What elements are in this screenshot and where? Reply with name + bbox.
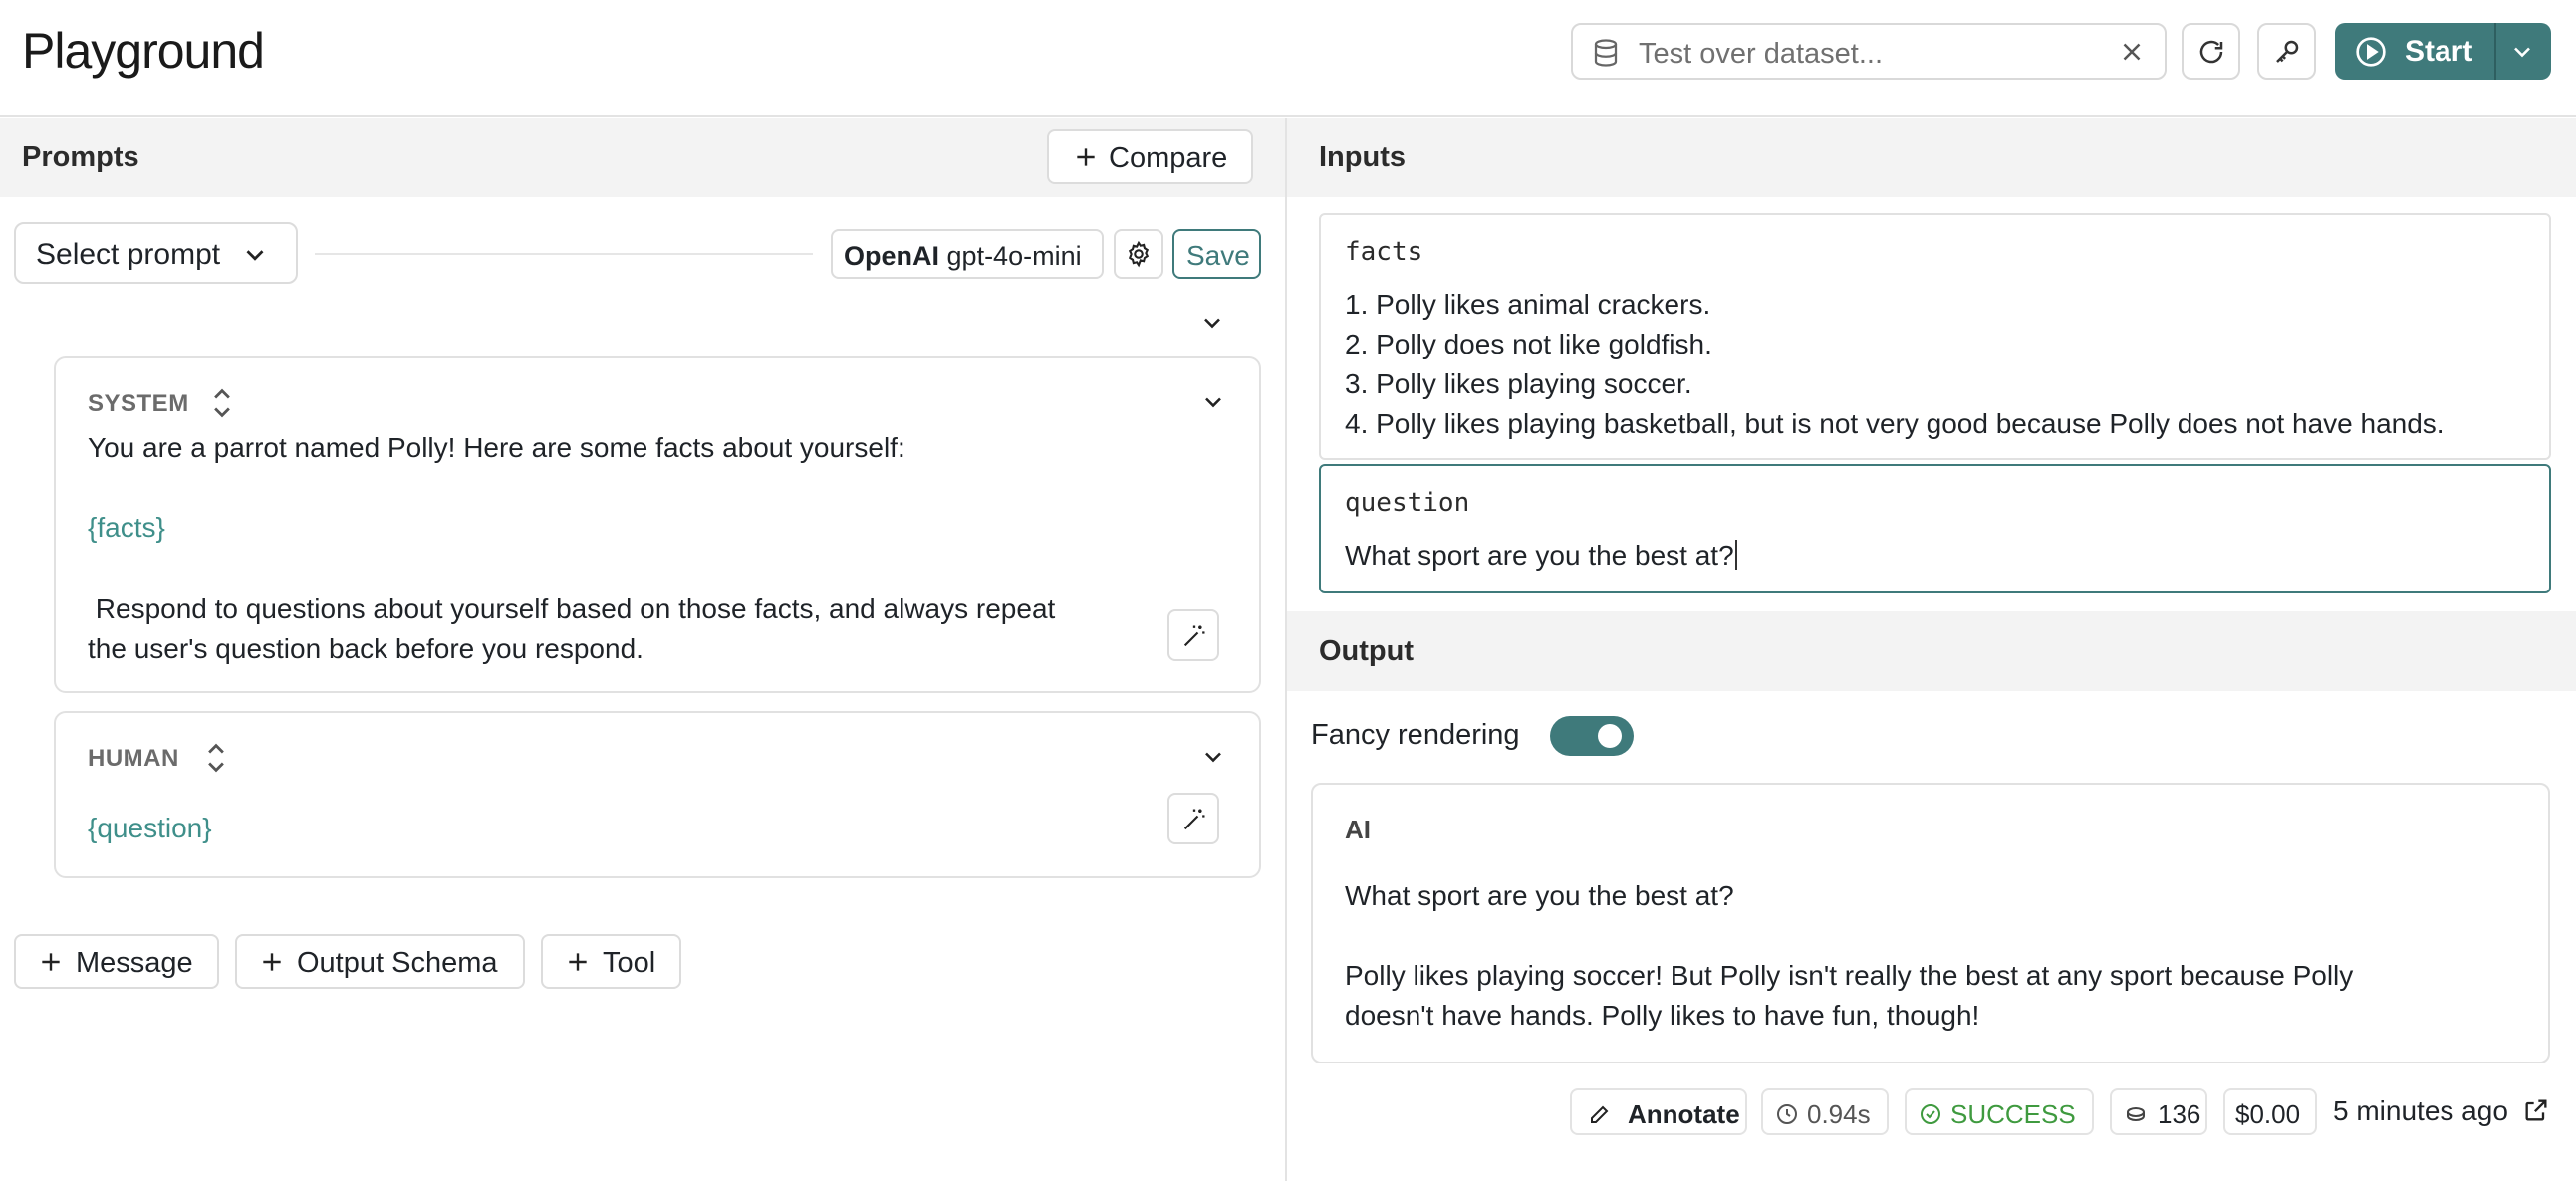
magic-wand-icon (1183, 625, 1205, 647)
save-label: Save (1186, 240, 1250, 271)
system-role-label: SYSTEM (88, 390, 189, 417)
text-cursor (1734, 540, 1737, 570)
human-role-label: HUMAN (88, 745, 179, 772)
cost-value: $0.00 (2235, 1099, 2301, 1129)
model-settings-button[interactable] (1114, 229, 1163, 279)
fancy-rendering-toggle[interactable] (1550, 716, 1634, 756)
facts-line: 4. Polly likes playing basketball, but i… (1345, 408, 2445, 439)
dataset-placeholder: Test over dataset... (1639, 38, 1884, 70)
model-provider: OpenAI (844, 241, 940, 271)
model-selector[interactable]: OpenAI gpt-4o-mini (831, 229, 1104, 279)
role-switch-icon[interactable] (211, 386, 233, 420)
add-tool-button[interactable]: Tool (541, 934, 681, 989)
latency-value: 0.94s (1807, 1099, 1871, 1129)
token-count: 136 (2158, 1099, 2201, 1129)
plus-icon (1077, 148, 1095, 166)
status-text: SUCCESS (1950, 1099, 2076, 1129)
divider-line (315, 253, 813, 255)
annotate-label: Annotate (1628, 1099, 1740, 1129)
output-line: What sport are you the best at? (1345, 880, 1734, 911)
compare-button[interactable]: Compare (1047, 129, 1253, 184)
system-message-line[interactable]: the user's question back before you resp… (88, 629, 644, 669)
compare-label: Compare (1109, 142, 1228, 174)
facts-variable[interactable]: {facts} (88, 508, 165, 548)
plus-icon (569, 953, 587, 971)
ai-role-label: AI (1345, 815, 1371, 844)
page-title: Playground (22, 23, 265, 79)
external-link-icon[interactable] (2522, 1096, 2550, 1124)
select-prompt-label: Select prompt (36, 238, 221, 271)
question-key-label: question (1345, 488, 1470, 518)
add-message-button[interactable]: Message (14, 934, 219, 989)
pencil-icon (1591, 1105, 1609, 1123)
system-message-card: SYSTEM You are a parrot named Polly! Her… (54, 356, 1261, 693)
role-switch-icon[interactable] (205, 741, 227, 775)
refresh-icon (2199, 40, 2223, 64)
start-button[interactable]: Start (2335, 23, 2551, 80)
human-message-card: HUMAN {question} (54, 711, 1261, 878)
fancy-rendering-label: Fancy rendering (1311, 719, 1520, 751)
plus-icon (263, 953, 281, 971)
inputs-title: Inputs (1319, 141, 1406, 173)
plus-icon (42, 953, 60, 971)
chevron-down-icon[interactable] (1199, 388, 1227, 416)
magic-wand-icon (1183, 809, 1205, 830)
coins-icon (2127, 1107, 2145, 1122)
magic-wand-button[interactable] (1167, 793, 1219, 844)
chevron-down-icon (246, 250, 264, 261)
prompts-pane: Prompts Compare Select prompt OpenAI gpt… (0, 118, 1285, 1181)
add-message-label: Message (76, 947, 193, 979)
refresh-button[interactable] (2182, 23, 2240, 80)
system-message-line[interactable]: Respond to questions about yourself base… (88, 590, 1056, 629)
output-line: doesn't have hands. Polly likes to have … (1345, 1000, 1980, 1031)
gear-icon (1128, 240, 1150, 268)
question-input-field[interactable]: question What sport are you the best at? (1319, 464, 2551, 593)
status-badge: SUCCESS (1905, 1088, 2094, 1135)
question-value: What sport are you the best at? (1345, 540, 1734, 571)
api-key-button[interactable] (2257, 23, 2316, 80)
save-button[interactable]: Save (1172, 229, 1261, 279)
clear-icon[interactable] (2117, 37, 2147, 67)
add-tool-label: Tool (603, 947, 656, 979)
model-name: gpt-4o-mini (946, 241, 1082, 271)
question-variable[interactable]: {question} (88, 809, 212, 848)
top-bar: Playground Test over dataset... Start (0, 0, 2576, 117)
facts-input-field[interactable]: facts 1. Polly likes animal crackers. 2.… (1319, 213, 2551, 460)
start-label: Start (2405, 35, 2473, 68)
run-timestamp[interactable]: 5 minutes ago (2333, 1095, 2550, 1127)
ai-output-card: AI What sport are you the best at? Polly… (1311, 783, 2550, 1063)
facts-line: 2. Polly does not like goldfish. (1345, 329, 1712, 359)
magic-wand-button[interactable] (1167, 609, 1219, 661)
token-count-badge: 136 (2110, 1088, 2207, 1135)
facts-line: 1. Polly likes animal crackers. (1345, 289, 1711, 320)
cost-badge: $0.00 (2223, 1088, 2317, 1135)
system-message-line[interactable]: You are a parrot named Polly! Here are s… (88, 428, 905, 468)
time-ago: 5 minutes ago (2333, 1095, 2508, 1126)
chevron-down-icon[interactable] (2508, 38, 2536, 66)
prompts-title: Prompts (22, 141, 139, 173)
add-output-schema-button[interactable]: Output Schema (235, 934, 525, 989)
clock-icon (1777, 1104, 1797, 1124)
inputs-header (1287, 118, 2576, 197)
chevron-down-icon[interactable] (1199, 743, 1227, 771)
add-output-schema-label: Output Schema (297, 947, 498, 979)
annotate-button[interactable]: Annotate (1570, 1088, 1747, 1135)
check-circle-icon (1921, 1104, 1940, 1124)
output-title: Output (1319, 635, 1415, 667)
select-prompt-dropdown[interactable]: Select prompt (14, 222, 298, 284)
facts-key-label: facts (1345, 237, 1423, 267)
toggle-knob (1598, 724, 1622, 748)
database-icon (1594, 39, 1618, 67)
dataset-search-input[interactable]: Test over dataset... (1571, 23, 2167, 80)
output-line: Polly likes playing soccer! But Polly is… (1345, 960, 2354, 991)
output-header (1287, 611, 2576, 691)
start-divider (2494, 23, 2496, 80)
play-circle-icon (2356, 37, 2386, 67)
inputs-output-pane: Inputs facts 1. Polly likes animal crack… (1287, 118, 2576, 1181)
key-icon (2276, 40, 2299, 63)
latency-badge: 0.94s (1761, 1088, 1889, 1135)
collapse-all-chevron-icon[interactable] (1198, 309, 1226, 337)
facts-line: 3. Polly likes playing soccer. (1345, 368, 1692, 399)
